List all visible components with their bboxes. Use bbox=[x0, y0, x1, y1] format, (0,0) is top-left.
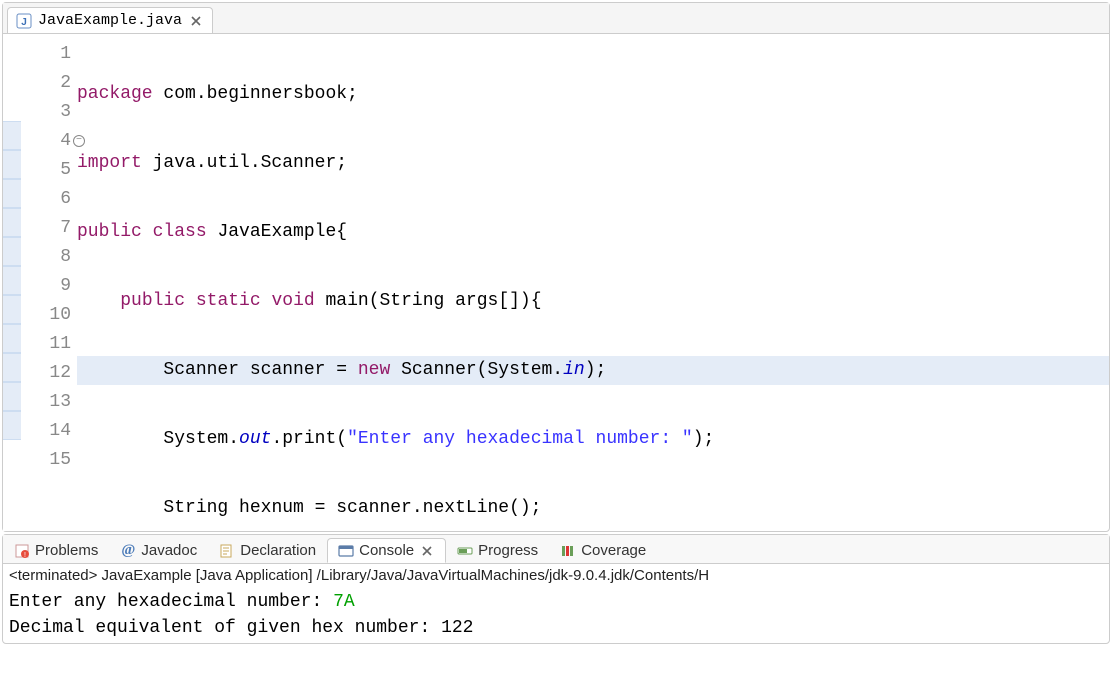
tab-declaration[interactable]: Declaration bbox=[208, 538, 327, 563]
fold-icon[interactable]: − bbox=[73, 135, 85, 147]
bottom-tabs: ! Problems @ Javadoc Declaration Console… bbox=[3, 535, 1109, 564]
editor-tab-label: JavaExample.java bbox=[38, 12, 182, 29]
console-output[interactable]: Enter any hexadecimal number: 7A Decimal… bbox=[3, 587, 1109, 643]
svg-text:J: J bbox=[21, 17, 27, 28]
javadoc-icon: @ bbox=[120, 543, 136, 559]
declaration-icon bbox=[219, 543, 235, 559]
marker-bar bbox=[3, 34, 21, 531]
tab-coverage[interactable]: Coverage bbox=[549, 538, 657, 563]
close-icon[interactable] bbox=[188, 13, 204, 29]
editor-pane: J JavaExample.java 1 2 3 4− 5 6 7 8 9 10 bbox=[2, 2, 1110, 532]
code-area[interactable]: 1 2 3 4− 5 6 7 8 9 10 11 12 13 14 15 pac… bbox=[3, 34, 1109, 531]
tab-progress[interactable]: Progress bbox=[446, 538, 549, 563]
progress-icon bbox=[457, 543, 473, 559]
console-status: <terminated> JavaExample [Java Applicati… bbox=[3, 564, 1109, 587]
java-file-icon: J bbox=[16, 13, 32, 29]
console-icon bbox=[338, 543, 354, 559]
editor-tabs: J JavaExample.java bbox=[3, 3, 1109, 34]
tab-problems[interactable]: ! Problems bbox=[3, 538, 109, 563]
close-icon[interactable] bbox=[419, 543, 435, 559]
coverage-icon bbox=[560, 543, 576, 559]
problems-icon: ! bbox=[14, 543, 30, 559]
tab-javadoc[interactable]: @ Javadoc bbox=[109, 538, 208, 563]
line-number-gutter: 1 2 3 4− 5 6 7 8 9 10 11 12 13 14 15 bbox=[21, 34, 77, 531]
editor-tab-javaexample[interactable]: J JavaExample.java bbox=[7, 7, 213, 33]
tab-console[interactable]: Console bbox=[327, 538, 446, 563]
bottom-pane: ! Problems @ Javadoc Declaration Console… bbox=[2, 534, 1110, 644]
code-content[interactable]: package com.beginnersbook; import java.u… bbox=[77, 34, 1109, 531]
svg-text:!: ! bbox=[24, 552, 26, 559]
